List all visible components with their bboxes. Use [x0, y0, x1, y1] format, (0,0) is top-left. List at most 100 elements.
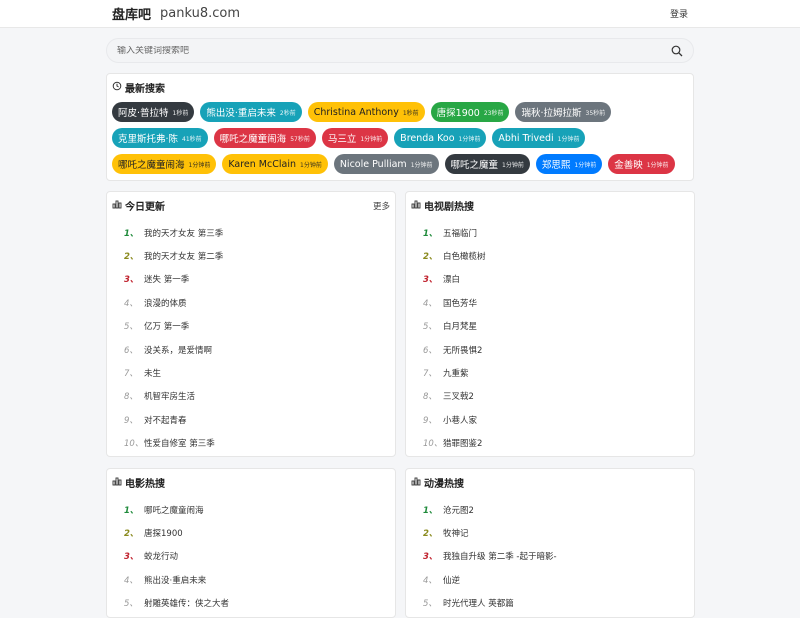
list-item[interactable]: 6、 没关系，是爱情啊 — [112, 338, 390, 361]
list-item[interactable]: 6、 无所畏惧2 — [411, 338, 689, 361]
list-item-title: 九重紫 — [443, 369, 469, 380]
rank-number: 1、 — [124, 505, 139, 516]
list-item[interactable]: 4、 仙逆 — [411, 568, 689, 591]
list-item[interactable]: 9、 小巷人家 — [411, 408, 689, 431]
list-item-title: 性爱自修室 第三季 — [144, 439, 215, 450]
list-item[interactable]: 5、 射雕英雄传：侠之大者 — [112, 592, 390, 615]
list-item-title: 迷失 第一季 — [144, 275, 190, 286]
login-link[interactable]: 登录 — [670, 7, 688, 20]
list-item[interactable]: 4、 国色芳华 — [411, 291, 689, 314]
recent-tag-time: 2秒前 — [279, 109, 296, 117]
recent-tag[interactable]: 郑思熙 1分钟前 — [535, 154, 603, 174]
recent-tag[interactable]: Abhi Trivedi 1分钟前 — [492, 128, 586, 148]
recent-tag[interactable]: 金善映 1分钟前 — [608, 154, 675, 174]
chart-icon — [411, 199, 421, 212]
recent-tag-time: 1分钟前 — [458, 135, 481, 143]
list-item[interactable]: 3、 漂白 — [411, 268, 689, 291]
rank-number: 8、 — [423, 392, 437, 403]
list-item-title: 时光代理人 英都篇 — [443, 599, 514, 610]
recent-tag[interactable]: Nicole Pulliam 1分钟前 — [333, 154, 439, 174]
list-item-title: 我的天才女友 第二季 — [144, 252, 224, 263]
list-item[interactable]: 1、 哪吒之魔童闹海 — [112, 498, 390, 521]
recent-tag[interactable]: 瑞秋·拉姆拉斯 35秒前 — [515, 102, 612, 122]
list-item[interactable]: 7、 未生 — [112, 361, 390, 384]
recent-tag[interactable]: 哪吒之魔童闹海 1分钟前 — [112, 154, 217, 174]
list-item[interactable]: 1、 五福临门 — [411, 221, 689, 244]
list-item[interactable]: 8、 机智牢房生活 — [112, 385, 390, 408]
rank-number: 9、 — [124, 415, 138, 426]
recent-tag-time: 1秒前 — [402, 109, 419, 117]
recent-tag[interactable]: 熊出没·重启未来 2秒前 — [200, 102, 302, 122]
list-item-title: 猎罪图鉴2 — [443, 439, 483, 450]
list-item[interactable]: 1、 我的天才女友 第三季 — [112, 221, 390, 244]
recent-tag-label: 哪吒之魔童闹海 — [118, 160, 185, 171]
search-icon[interactable] — [670, 44, 683, 57]
recent-tag-time: 41秒前 — [182, 135, 202, 143]
recent-tag[interactable]: 唐探1900 23秒前 — [430, 102, 510, 122]
list-item[interactable]: 2、 唐探1900 — [112, 521, 390, 544]
rank-number: 4、 — [423, 575, 437, 586]
list-item[interactable]: 9、 对不起青春 — [112, 408, 390, 431]
recent-tag[interactable]: 阿皮·普拉特 1秒前 — [112, 102, 195, 122]
recent-tag-label: Brenda Koo — [400, 132, 455, 144]
list-item[interactable]: 4、 浪漫的体质 — [112, 291, 390, 314]
list-item-title: 五福临门 — [443, 228, 478, 239]
list-item[interactable]: 3、 我独自升级 第二季 -起于暗影- — [411, 545, 689, 568]
movie-list: 1、 哪吒之魔童闹海 2、 唐探1900 3、 蛟龙行动 4、 熊出没·重启未来 5、 射雕英雄传… — [112, 498, 390, 615]
site-brand[interactable]: 盘库吧 — [112, 4, 151, 23]
today-update-title: 今日更新 — [125, 202, 165, 213]
recent-tag[interactable]: 马三立 1分钟前 — [321, 128, 389, 148]
more-link[interactable]: 更多 — [373, 200, 390, 212]
search-input[interactable] — [117, 45, 670, 56]
list-item[interactable]: 7、 九重紫 — [411, 361, 689, 384]
list-item[interactable]: 5、 时光代理人 英都篇 — [411, 592, 689, 615]
recent-search-title: 最新搜索 — [112, 80, 688, 95]
list-item[interactable]: 2、 我的天才女友 第二季 — [112, 244, 390, 267]
recent-tag[interactable]: Christina Anthony 1秒前 — [307, 102, 425, 122]
list-item-title: 机智牢房生活 — [144, 392, 196, 403]
recent-tag-label: 熊出没·重启未来 — [206, 108, 276, 119]
rank-number: 5、 — [124, 599, 138, 610]
list-item[interactable]: 5、 白月梵星 — [411, 315, 689, 338]
list-item[interactable]: 1、 沧元图2 — [411, 498, 689, 521]
list-item[interactable]: 2、 白色橄榄树 — [411, 244, 689, 267]
rank-number: 7、 — [423, 369, 437, 380]
list-item-title: 亿万 第一季 — [144, 322, 190, 333]
recent-tag-time: 35秒前 — [585, 109, 606, 117]
anime-hot-title: 动漫热搜 — [424, 479, 464, 490]
recent-tag[interactable]: 克里斯托弗·陈 41秒前 — [112, 128, 208, 148]
list-item-title: 浪漫的体质 — [144, 298, 187, 309]
list-item[interactable]: 10、 性爱自修室 第三季 — [112, 432, 390, 455]
recent-tag[interactable]: 哪吒之魔童闹海 57秒前 — [213, 128, 316, 148]
list-item[interactable]: 3、 蛟龙行动 — [112, 545, 390, 568]
search-bar — [106, 38, 694, 63]
rank-number: 2、 — [423, 252, 438, 263]
list-item[interactable]: 10、 猎罪图鉴2 — [411, 432, 689, 455]
rank-number: 6、 — [124, 345, 138, 356]
site-domain[interactable]: panku8.com — [160, 6, 240, 21]
recent-tag[interactable]: 哪吒之魔童 1分钟前 — [444, 154, 530, 174]
recent-tags: 阿皮·普拉特 1秒前 熊出没·重启未来 2秒前 Christina Anthony 1秒前… — [112, 102, 688, 174]
list-item-title: 白色橄榄树 — [443, 252, 486, 263]
recent-tag[interactable]: Karen McClain 1分钟前 — [222, 154, 328, 174]
movie-hot-title: 电影热搜 — [125, 479, 165, 490]
rank-number: 9、 — [423, 415, 437, 426]
list-item-title: 我独自升级 第二季 -起于暗影- — [443, 552, 557, 563]
list-item-title: 无所畏惧2 — [443, 345, 483, 356]
rank-number: 4、 — [423, 298, 437, 309]
rank-number: 3、 — [423, 275, 438, 286]
list-item[interactable]: 3、 迷失 第一季 — [112, 268, 390, 291]
list-item-title: 蛟龙行动 — [144, 552, 179, 563]
list-item[interactable]: 4、 熊出没·重启未来 — [112, 568, 390, 591]
list-item[interactable]: 2、 牧神记 — [411, 521, 689, 544]
list-item[interactable]: 5、 亿万 第一季 — [112, 315, 390, 338]
recent-tag-time: 1分钟前 — [557, 135, 580, 143]
list-item[interactable]: 8、 三叉戟2 — [411, 385, 689, 408]
recent-tag-time: 1分钟前 — [360, 135, 383, 143]
rank-number: 7、 — [124, 369, 138, 380]
rank-number: 1、 — [423, 505, 438, 516]
rank-number: 2、 — [124, 529, 139, 540]
today-list: 1、 我的天才女友 第三季 2、 我的天才女友 第二季 3、 迷失 第一季 4、 浪漫的体质 5… — [112, 221, 390, 455]
top-header: 盘库吧 panku8.com 登录 — [0, 0, 800, 28]
recent-tag[interactable]: Brenda Koo 1分钟前 — [394, 128, 487, 148]
